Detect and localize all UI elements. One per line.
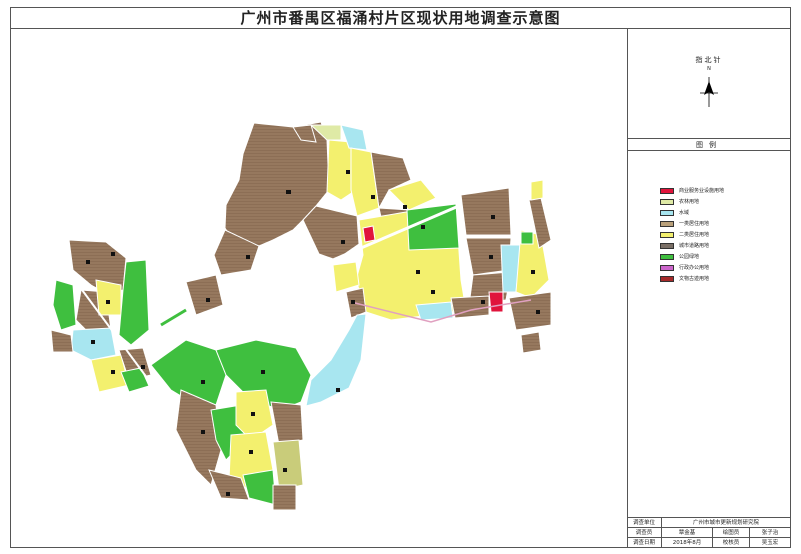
legend-label: 文物古迹用地 [679, 276, 710, 282]
info-row-people: 调查员 覃金基 绘图员 张子治 [627, 527, 790, 538]
info-row-date: 调查日期 2018年8月 校核员 吴玉宏 [627, 537, 790, 548]
legend-item: 二类居住用地 [660, 229, 724, 240]
legend-label: 行政办公用地 [679, 265, 710, 271]
legend-label: 商业服务业设施用地 [679, 188, 725, 194]
residential-parcel [460, 187, 512, 236]
legend-item: 行政办公用地 [660, 262, 724, 273]
legend-item: 城市道路用地 [660, 240, 724, 251]
north-arrow-icon [700, 77, 718, 107]
water-parcel [305, 313, 367, 407]
residential-parcel [530, 179, 544, 201]
date-label: 调查日期 [632, 540, 655, 546]
legend-swatch [660, 264, 674, 271]
legend-swatch [660, 220, 674, 227]
map-canvas[interactable] [11, 30, 627, 547]
residential-parcel [95, 279, 122, 316]
residential-parcel [175, 389, 222, 486]
title-block: 调查单位 广州市城市更新规划研究院 调查员 覃金基 绘图员 张子治 调查日期 2… [627, 517, 790, 548]
commercial-parcel [362, 225, 376, 243]
road [160, 308, 187, 327]
legend-list: 商业服务业设施用地 农林用地 水域 一类居住用地 二类居住用地 城市道路用地 公… [660, 185, 724, 284]
legend-label: 农林用地 [679, 199, 700, 205]
map-title: 广州市番禺区福涌村片区现状用地调查示意图 [10, 7, 791, 29]
park-parcel [52, 279, 77, 331]
legend-item: 农林用地 [660, 196, 724, 207]
residential-parcel [332, 261, 360, 293]
park-parcel [406, 203, 460, 251]
legend-swatch [660, 242, 674, 249]
park-parcel [520, 231, 534, 245]
north-letter: N [707, 66, 711, 72]
legend-label: 公园绿地 [679, 254, 700, 260]
commercial-parcel [488, 291, 504, 313]
legend-item: 商业服务业设施用地 [660, 185, 724, 196]
legend-label: 一类居住用地 [679, 221, 710, 227]
farmland-parcel [272, 439, 304, 491]
legend-label: 城市道路用地 [679, 243, 710, 249]
checker-label: 校核员 [722, 540, 740, 546]
residential-parcel [270, 401, 304, 446]
residential-parcel [50, 329, 74, 353]
residential-parcel [185, 274, 224, 316]
north-arrow-box: 指北针 N [628, 29, 790, 139]
legend-swatch [660, 187, 674, 194]
legend-item: 文物古迹用地 [660, 273, 724, 284]
side-panel: 指北针 N 图例 商业服务业设施用地 农林用地 水域 一类居住用地 二类居住用地… [627, 29, 790, 547]
residential-parcel [508, 291, 552, 331]
date-value: 2018年8月 [672, 540, 702, 546]
legend-item: 一类居住用地 [660, 218, 724, 229]
legend-swatch [660, 275, 674, 282]
legend-item: 公园绿地 [660, 251, 724, 262]
north-arrow-label: 指北针 [695, 56, 723, 64]
legend-item: 水域 [660, 207, 724, 218]
legend-swatch [660, 209, 674, 216]
legend-label: 二类居住用地 [679, 232, 710, 238]
residential-parcel [520, 331, 542, 354]
legend-swatch [660, 253, 674, 260]
checker-value: 吴玉宏 [761, 540, 779, 546]
legend-swatch [660, 231, 674, 238]
info-row-unit: 调查单位 广州市城市更新规划研究院 [627, 517, 790, 528]
legend-swatch [660, 198, 674, 205]
legend-heading: 图例 [628, 139, 790, 151]
residential-parcel [272, 484, 297, 511]
legend-label: 水域 [679, 210, 690, 216]
